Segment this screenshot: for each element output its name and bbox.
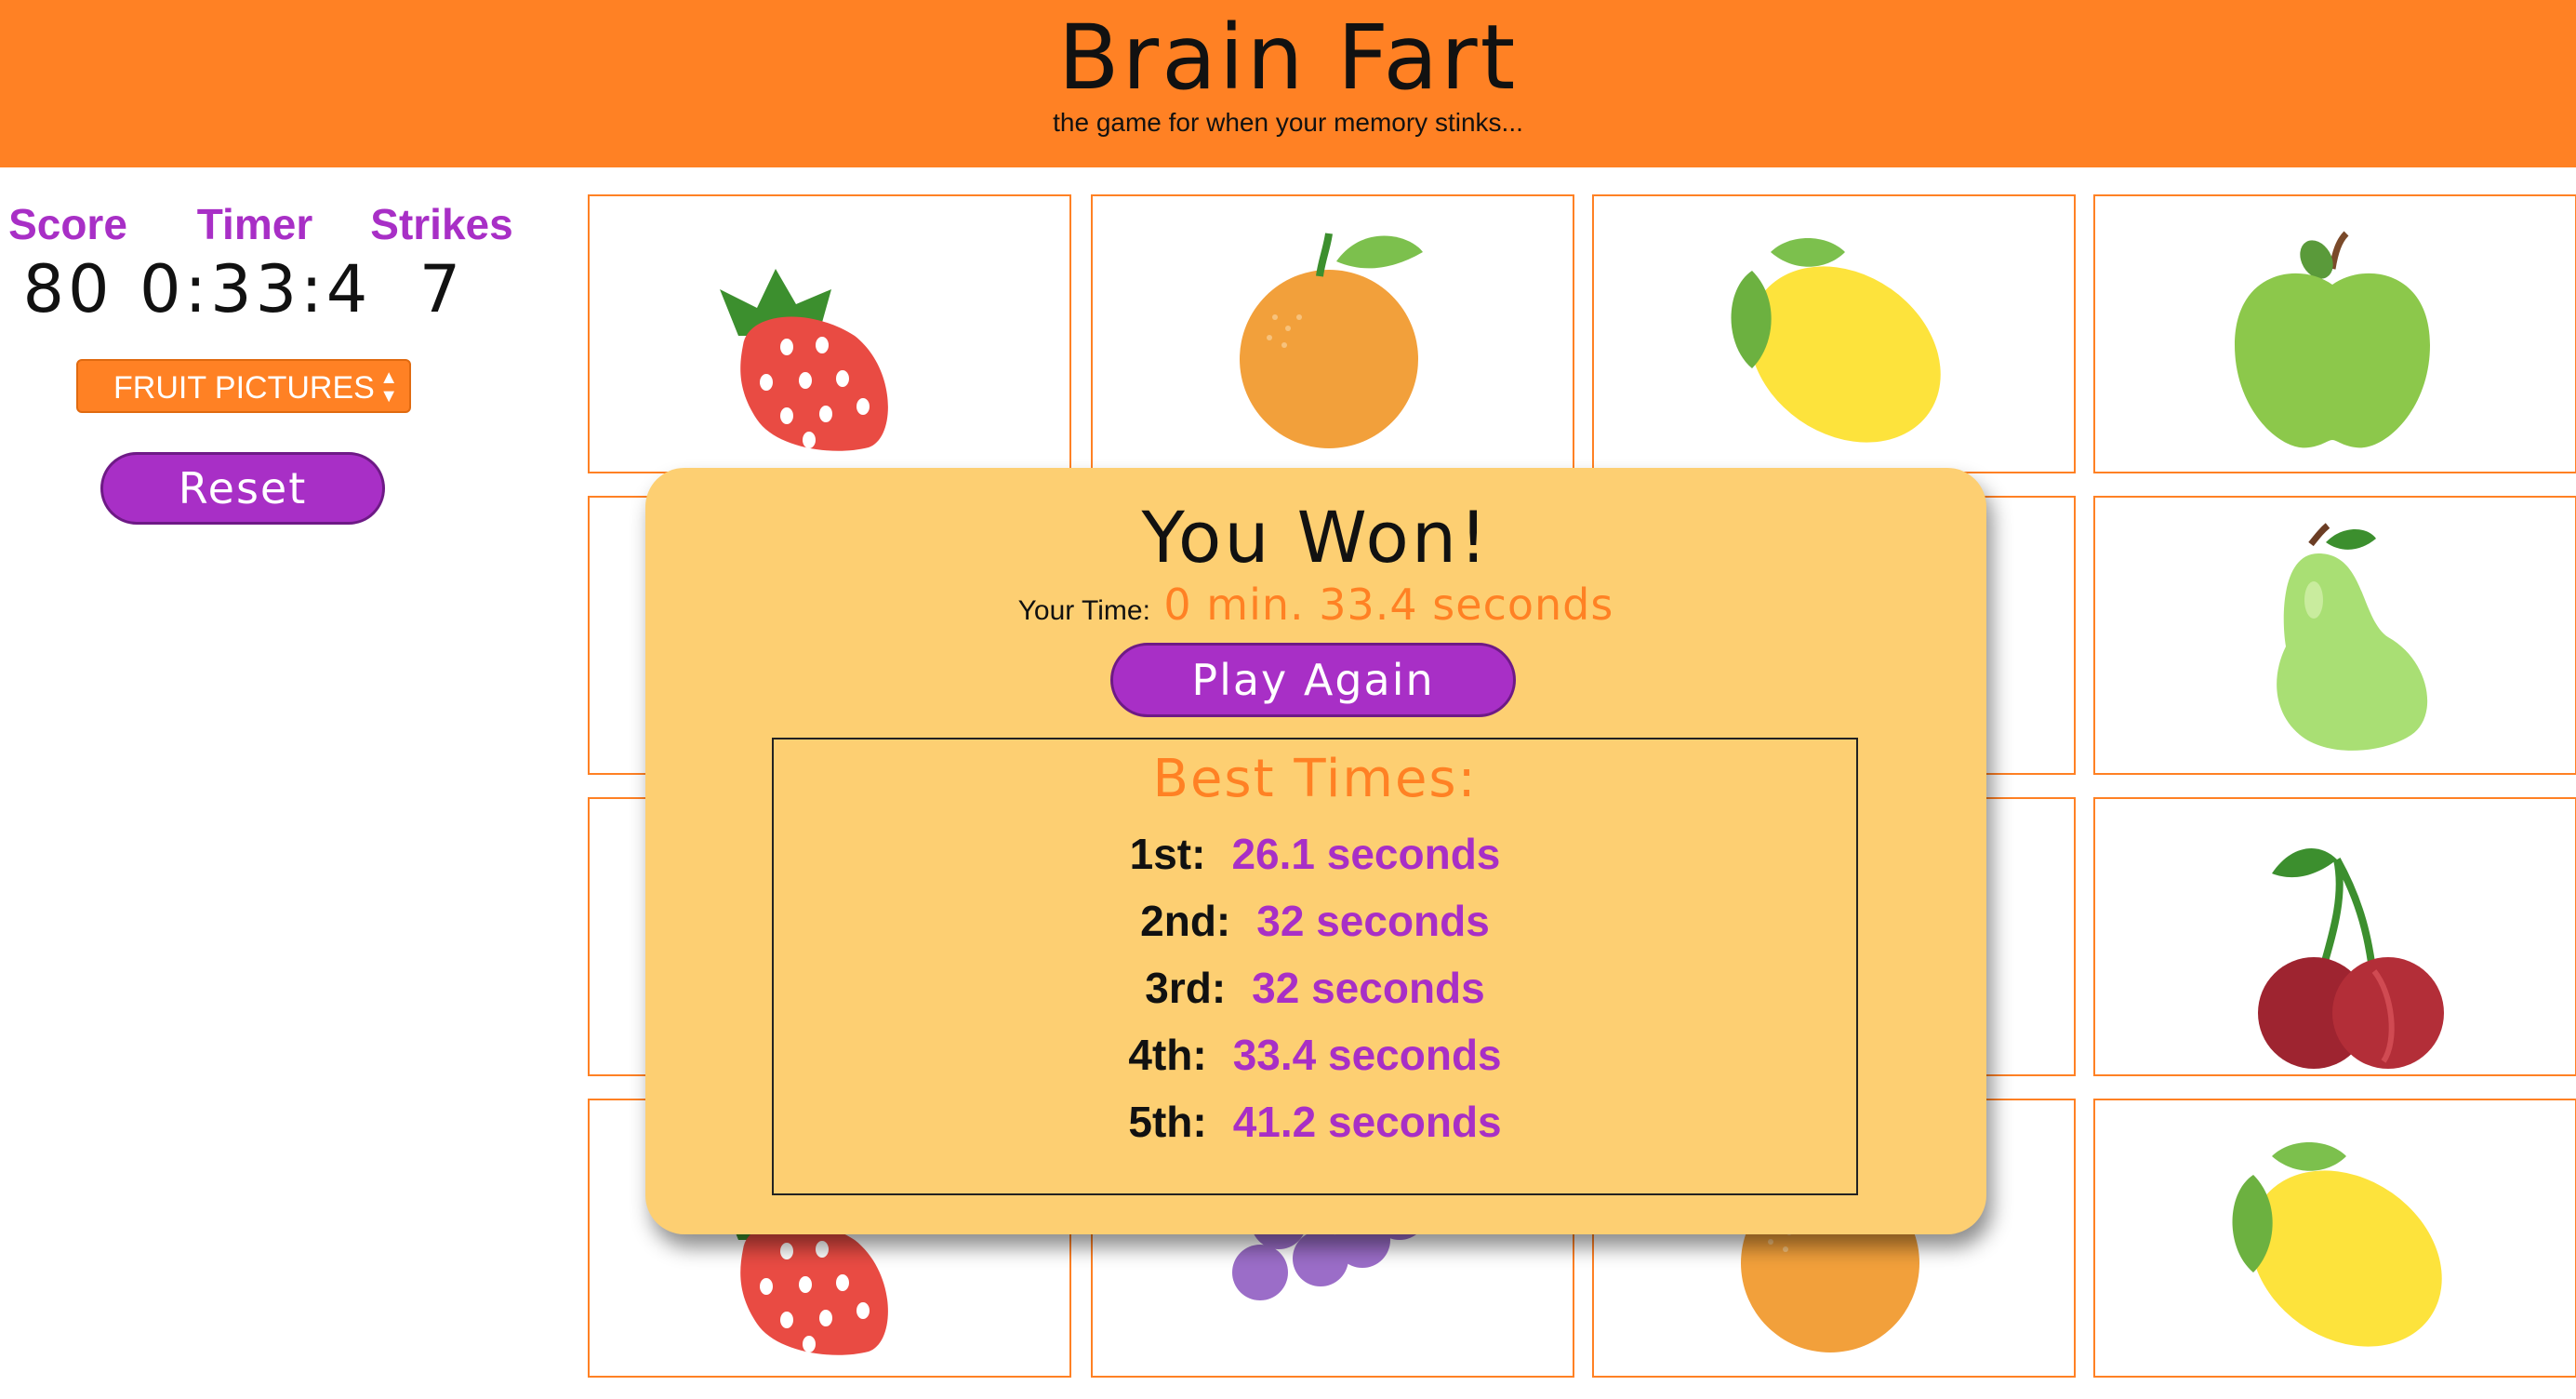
best-time-row: 3rd: 32 seconds — [774, 963, 1856, 1013]
best-time-value: 32 seconds — [1256, 897, 1490, 945]
best-time-rank: 3rd: — [1145, 964, 1227, 1012]
game-card[interactable] — [1091, 194, 1574, 473]
best-time-row: 1st: 26.1 seconds — [774, 829, 1856, 879]
game-card[interactable] — [2093, 797, 2576, 1076]
best-time-row: 2nd: 32 seconds — [774, 896, 1856, 946]
app-title: Brain Fart — [1057, 6, 1519, 110]
best-times-panel: Best Times: 1st: 26.1 seconds 2nd: 32 seco… — [772, 738, 1858, 1195]
timer-label: Timer — [196, 200, 313, 248]
best-times-title: Best Times: — [1152, 749, 1478, 809]
your-time: Your Time: 0 min. 33.4 seconds — [645, 580, 1986, 630]
app-subtitle: the game for when your memory stinks... — [1053, 108, 1523, 137]
deck-select-value: FRUIT PICTURES — [113, 370, 375, 406]
game-card[interactable] — [2093, 1099, 2576, 1378]
play-again-button[interactable]: Play Again — [1110, 643, 1516, 717]
best-time-value: 32 seconds — [1252, 964, 1485, 1012]
win-modal: You Won! Your Time: 0 min. 33.4 seconds … — [645, 468, 1986, 1234]
pear-icon — [2277, 523, 2428, 751]
cherry-icon — [2258, 848, 2444, 1069]
best-time-row: 5th: 41.2 seconds — [774, 1097, 1856, 1147]
best-time-rank: 1st: — [1129, 830, 1206, 878]
game-card[interactable] — [588, 194, 1071, 473]
game-card[interactable] — [1592, 194, 2076, 473]
deck-select[interactable]: FRUIT PICTURES ▲ ▼ — [76, 359, 411, 413]
best-time-rank: 2nd: — [1140, 897, 1231, 945]
best-time-value: 41.2 seconds — [1232, 1098, 1502, 1146]
strikes-label: Strikes — [370, 200, 513, 248]
lemon-icon — [1731, 238, 1941, 443]
strawberry-icon — [720, 269, 888, 451]
lemon-icon — [2232, 1142, 2442, 1347]
score-label: Score — [8, 200, 127, 248]
best-time-value: 26.1 seconds — [1231, 830, 1501, 878]
best-time-rank: 5th: — [1128, 1098, 1207, 1146]
your-time-label: Your Time: — [1017, 595, 1150, 626]
orange-icon — [1240, 233, 1423, 448]
game-card[interactable] — [2093, 496, 2576, 775]
select-arrows-icon: ▲ ▼ — [379, 367, 398, 406]
strikes-value: 7 — [418, 251, 465, 327]
game-card[interactable] — [2093, 194, 2576, 473]
best-time-row: 4th: 33.4 seconds — [774, 1030, 1856, 1080]
your-time-value: 0 min. 33.4 seconds — [1163, 580, 1614, 630]
app-header: Brain Fart the game for when your memory… — [0, 0, 2576, 167]
timer-value: 0:33:4 — [139, 251, 372, 327]
best-time-rank: 4th: — [1128, 1031, 1207, 1079]
reset-button[interactable]: Reset — [100, 452, 385, 525]
apple-icon — [2235, 231, 2430, 448]
score-value: 80 — [22, 251, 113, 327]
best-time-value: 33.4 seconds — [1232, 1031, 1502, 1079]
win-heading: You Won! — [1141, 496, 1491, 579]
